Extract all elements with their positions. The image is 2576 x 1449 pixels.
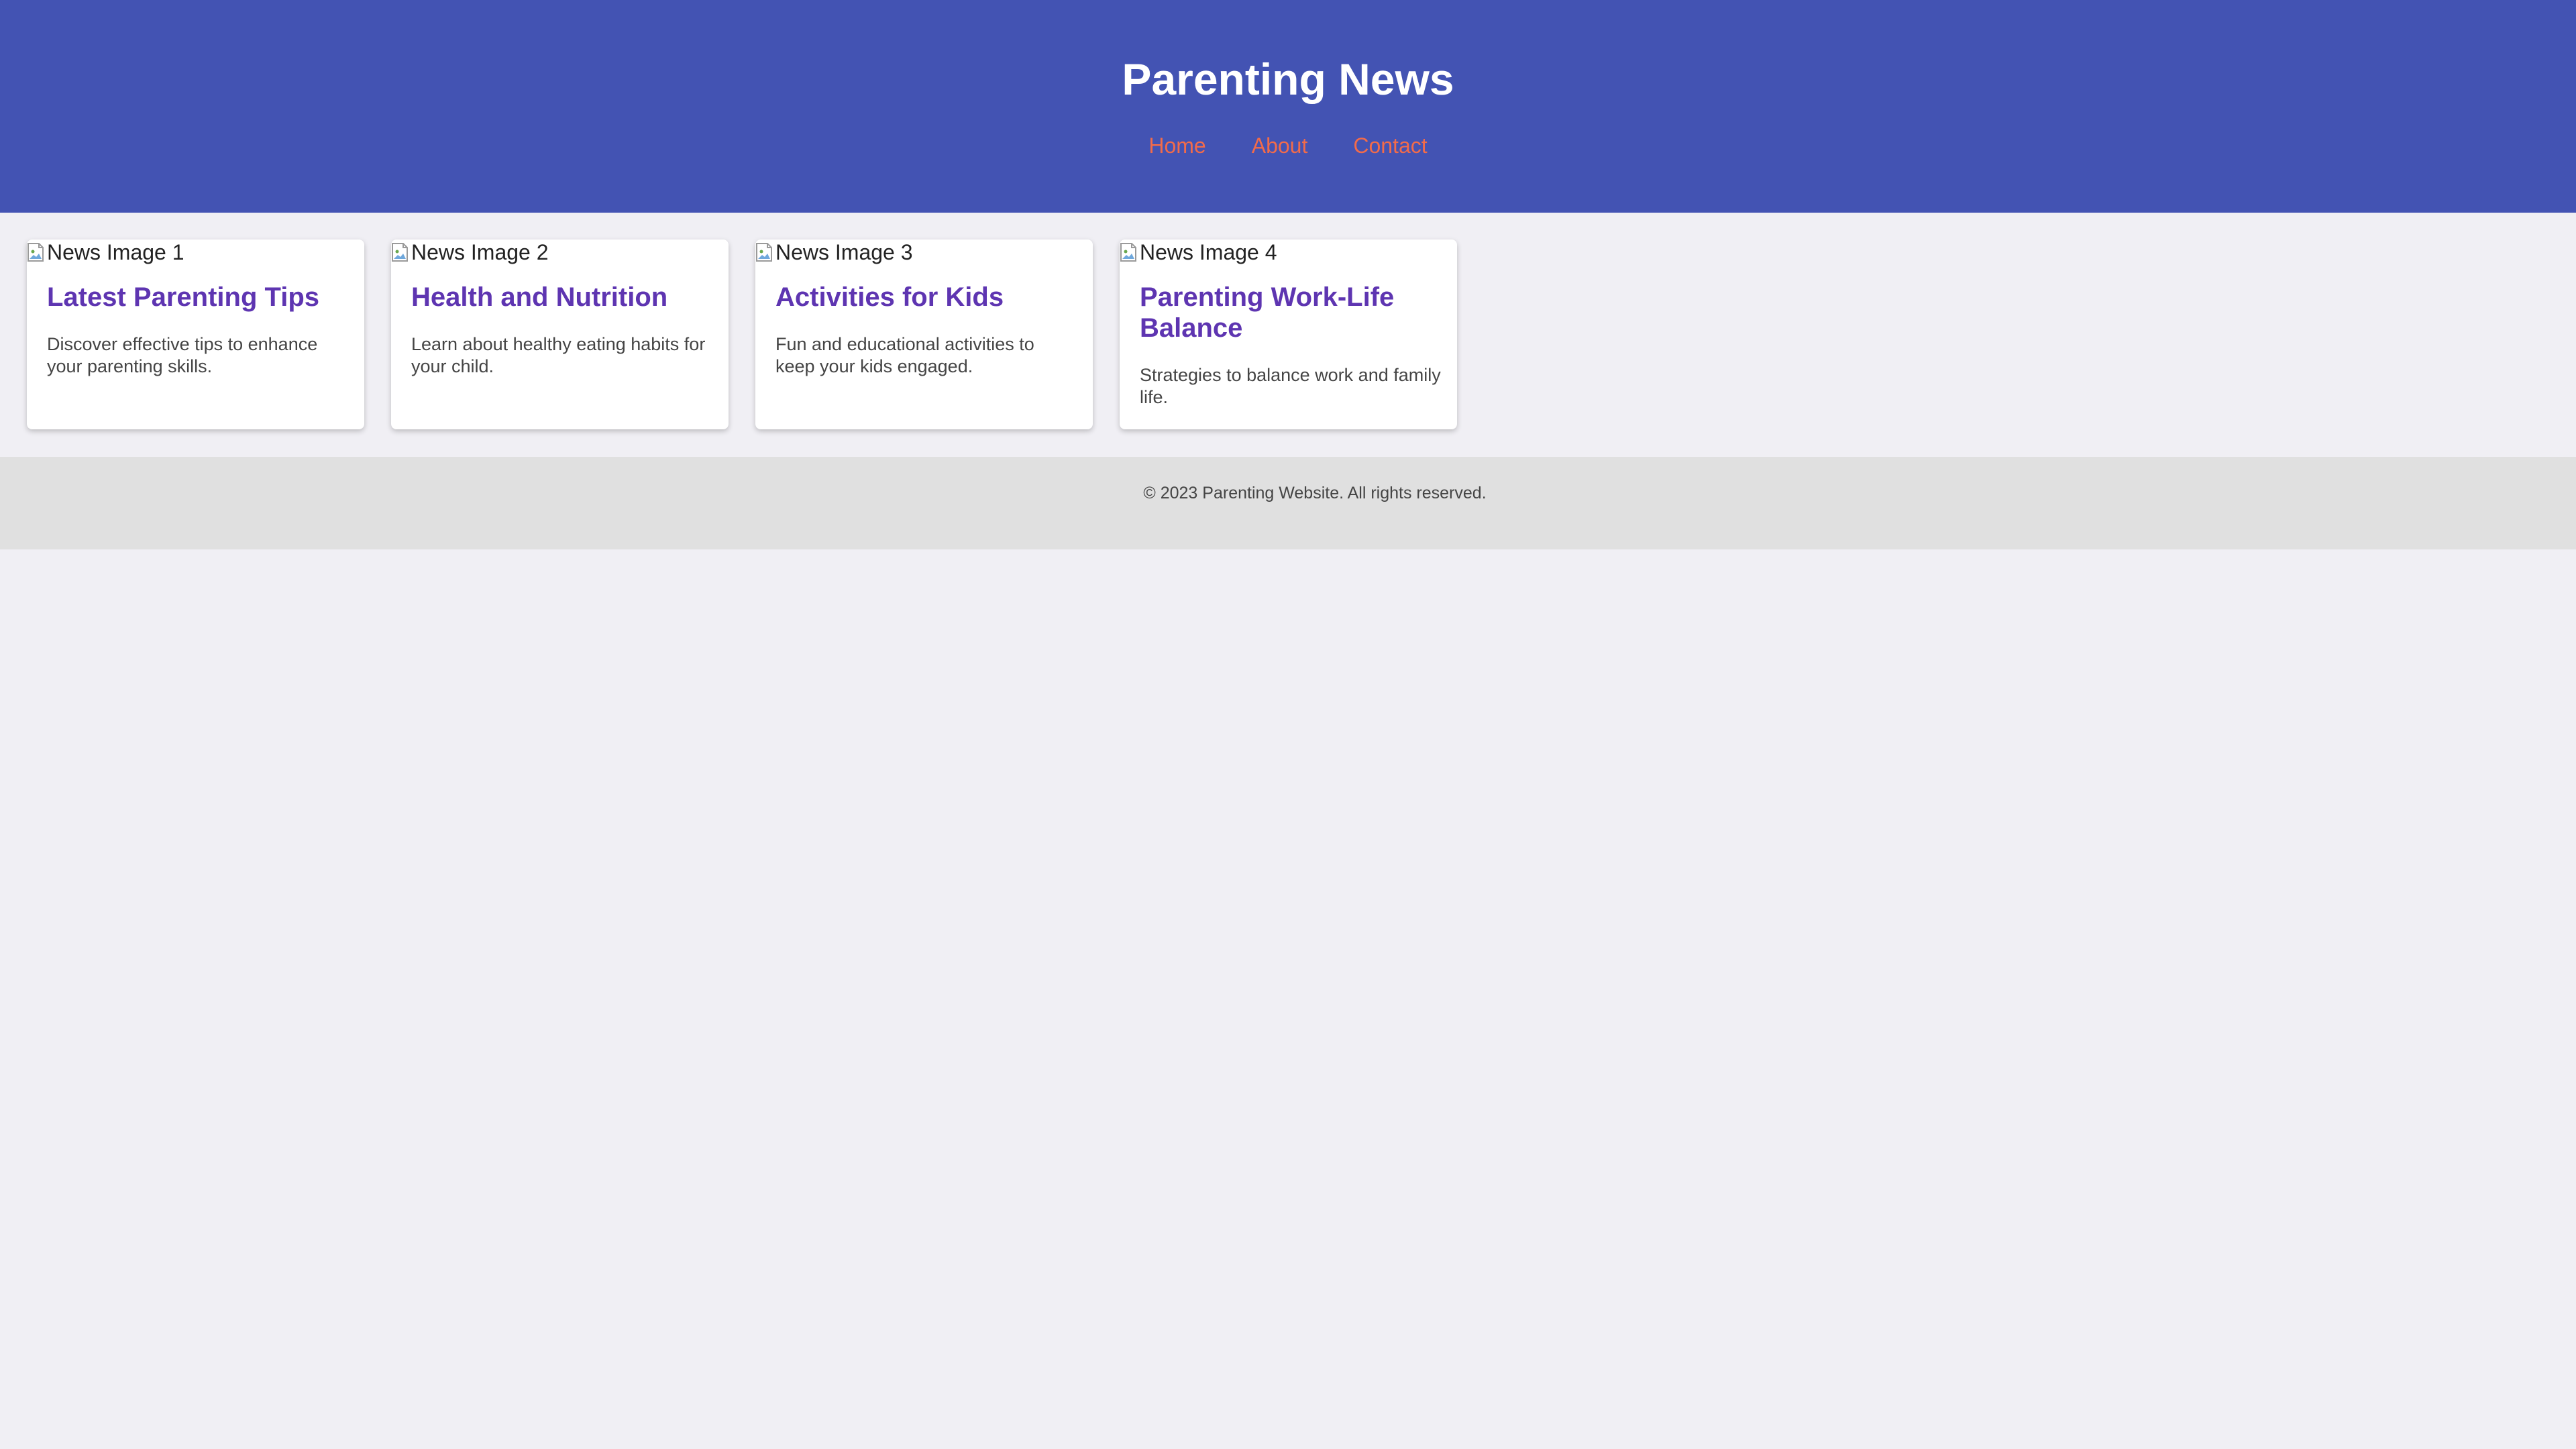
news-image-alt-text: News Image 3	[775, 240, 913, 264]
main-nav: Home About Contact	[0, 131, 2576, 160]
card-description: Discover effective tips to enhance your …	[47, 334, 318, 376]
broken-image-icon	[1120, 242, 1137, 262]
card-title[interactable]: Activities for Kids	[775, 282, 1077, 313]
broken-image-icon	[391, 242, 409, 262]
nav-link-about[interactable]: About	[1252, 131, 1308, 160]
nav-link-contact[interactable]: Contact	[1353, 131, 1427, 160]
card-title[interactable]: Parenting Work-Life Balance	[1140, 282, 1442, 343]
news-image: News Image 2	[391, 239, 549, 265]
news-card[interactable]: News Image 4 Parenting Work-Life Balance…	[1120, 239, 1457, 429]
card-title[interactable]: Health and Nutrition	[411, 282, 713, 313]
card-description: Learn about healthy eating habits for yo…	[411, 334, 706, 376]
news-card[interactable]: News Image 2 Health and Nutrition Learn …	[391, 239, 729, 429]
card-description: Fun and educational activities to keep y…	[775, 334, 1034, 376]
broken-image-icon	[27, 242, 44, 262]
site-footer: © 2023 Parenting Website. All rights res…	[0, 457, 2576, 549]
news-image: News Image 3	[755, 239, 913, 265]
news-image-alt-text: News Image 1	[47, 240, 184, 264]
card-title[interactable]: Latest Parenting Tips	[47, 282, 349, 313]
news-image-alt-text: News Image 4	[1140, 240, 1277, 264]
broken-image-icon	[755, 242, 773, 262]
site-header: Parenting News Home About Contact	[0, 0, 2576, 213]
site-title: Parenting News	[1122, 54, 1454, 104]
news-card[interactable]: News Image 1 Latest Parenting Tips Disco…	[27, 239, 364, 429]
news-card[interactable]: News Image 3 Activities for Kids Fun and…	[755, 239, 1093, 429]
news-image: News Image 1	[27, 239, 184, 265]
news-image: News Image 4	[1120, 239, 1277, 265]
card-description: Strategies to balance work and family li…	[1140, 365, 1441, 407]
news-image-alt-text: News Image 2	[411, 240, 549, 264]
copyright-text: © 2023 Parenting Website. All rights res…	[1143, 484, 1487, 502]
nav-link-home[interactable]: Home	[1148, 131, 1205, 160]
